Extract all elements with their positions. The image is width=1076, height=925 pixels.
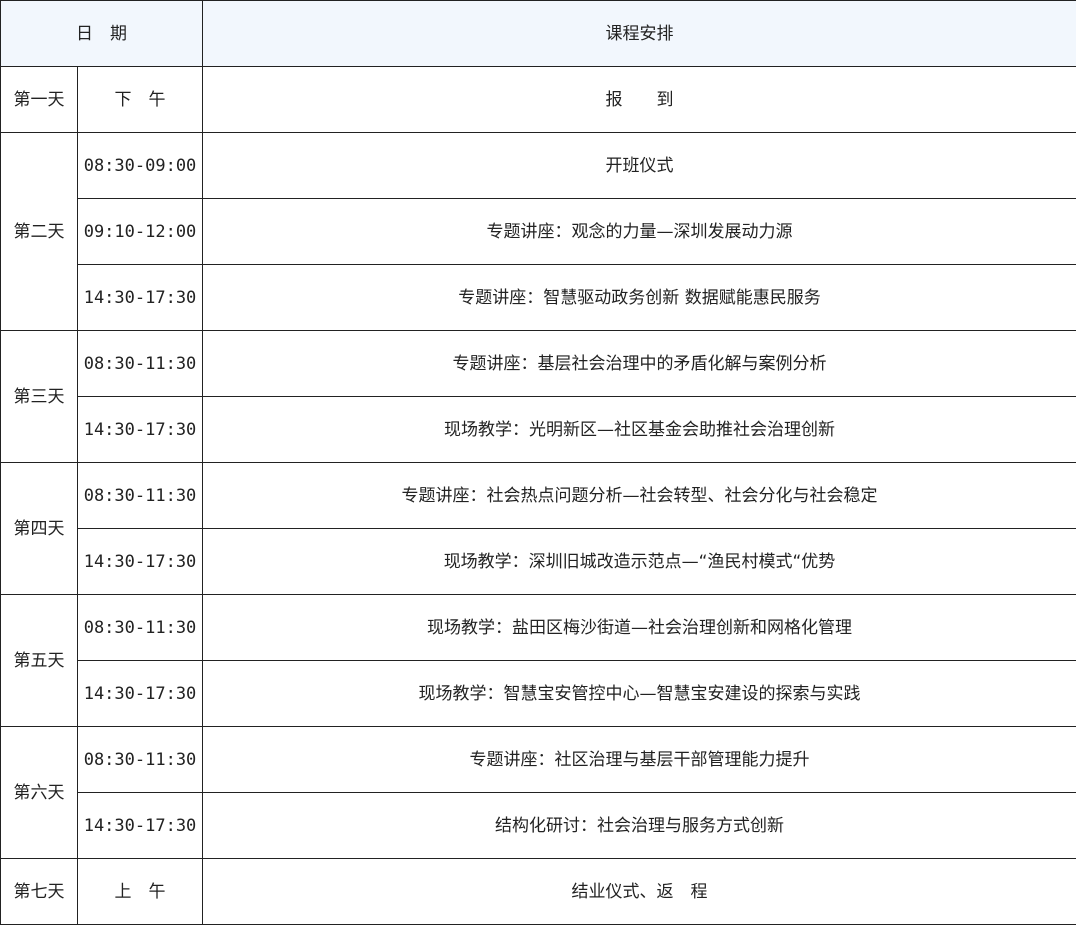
time-cell: 14:30-17:30 <box>77 396 203 463</box>
table-row: 第三天 08:30-11:30 专题讲座：基层社会治理中的矛盾化解与案例分析 <box>0 330 1076 463</box>
course-cell: 专题讲座：社会热点问题分析—社会转型、社会分化与社会稳定 <box>202 462 1076 529</box>
table-row: 第六天 08:30-11:30 专题讲座：社区治理与基层干部管理能力提升 <box>0 726 1076 859</box>
table-row: 09:10-12:00 专题讲座：观念的力量—深圳发展动力源 <box>1 198 1076 265</box>
course-cell: 现场教学：深圳旧城改造示范点—“渔民村模式“优势 <box>202 528 1076 595</box>
time-cell: 08:30-11:30 <box>77 462 203 529</box>
course-cell: 专题讲座：观念的力量—深圳发展动力源 <box>202 198 1076 265</box>
time-cell: 下 午 <box>77 66 203 133</box>
header-date: 日 期 <box>0 0 203 67</box>
course-cell: 专题讲座：智慧驱动政务创新 数据赋能惠民服务 <box>202 264 1076 331</box>
time-cell: 09:10-12:00 <box>77 198 203 265</box>
time-cell: 08:30-09:00 <box>77 132 203 199</box>
table-row: 14:30-17:30 现场教学：光明新区—社区基金会助推社会治理创新 <box>1 396 1076 463</box>
time-cell: 14:30-17:30 <box>77 264 203 331</box>
table-row: 14:30-17:30 现场教学：深圳旧城改造示范点—“渔民村模式“优势 <box>1 528 1076 595</box>
table-row: 第五天 08:30-11:30 现场教学：盐田区梅沙街道—社会治理创新和网格化管… <box>0 594 1076 727</box>
day-cell: 第一天 <box>0 66 78 133</box>
time-cell: 14:30-17:30 <box>77 792 203 859</box>
course-cell: 专题讲座：基层社会治理中的矛盾化解与案例分析 <box>202 330 1076 397</box>
course-cell: 现场教学：智慧宝安管控中心—智慧宝安建设的探索与实践 <box>202 660 1076 727</box>
day-cell: 第七天 <box>0 858 78 925</box>
day-cell: 第三天 <box>0 330 78 463</box>
table-row: 14:30-17:30 结构化研讨：社会治理与服务方式创新 <box>1 792 1076 859</box>
course-cell: 报 到 <box>202 66 1076 133</box>
table-row: 第一天 下 午 报 到 <box>0 66 1076 133</box>
course-cell: 开班仪式 <box>202 132 1076 199</box>
table-row: 14:30-17:30 现场教学：智慧宝安管控中心—智慧宝安建设的探索与实践 <box>1 660 1076 727</box>
course-schedule-table: 日 期 课程安排 第一天 下 午 报 到 第二天 08:30-09:00 开班仪… <box>0 0 1076 925</box>
time-cell: 14:30-17:30 <box>77 660 203 727</box>
table-row: 第二天 08:30-09:00 开班仪式 <box>0 132 1076 331</box>
time-cell: 上 午 <box>77 858 203 925</box>
course-cell: 专题讲座：社区治理与基层干部管理能力提升 <box>202 726 1076 793</box>
course-cell: 结业仪式、返 程 <box>202 858 1076 925</box>
table-row: 14:30-17:30 专题讲座：智慧驱动政务创新 数据赋能惠民服务 <box>1 264 1076 331</box>
course-cell: 结构化研讨：社会治理与服务方式创新 <box>202 792 1076 859</box>
day-cell: 第五天 <box>0 594 78 727</box>
time-cell: 08:30-11:30 <box>77 594 203 661</box>
header-course: 课程安排 <box>202 0 1076 67</box>
time-cell: 08:30-11:30 <box>77 726 203 793</box>
day-cell: 第四天 <box>0 462 78 595</box>
course-cell: 现场教学：盐田区梅沙街道—社会治理创新和网格化管理 <box>202 594 1076 661</box>
day-cell: 第六天 <box>0 726 78 859</box>
table-header-row: 日 期 课程安排 <box>0 0 1076 67</box>
time-cell: 08:30-11:30 <box>77 330 203 397</box>
table-row: 第七天 上 午 结业仪式、返 程 <box>0 858 1076 925</box>
time-cell: 14:30-17:30 <box>77 528 203 595</box>
course-cell: 现场教学：光明新区—社区基金会助推社会治理创新 <box>202 396 1076 463</box>
table-row: 第四天 08:30-11:30 专题讲座：社会热点问题分析—社会转型、社会分化与… <box>0 462 1076 595</box>
day-cell: 第二天 <box>0 132 78 331</box>
